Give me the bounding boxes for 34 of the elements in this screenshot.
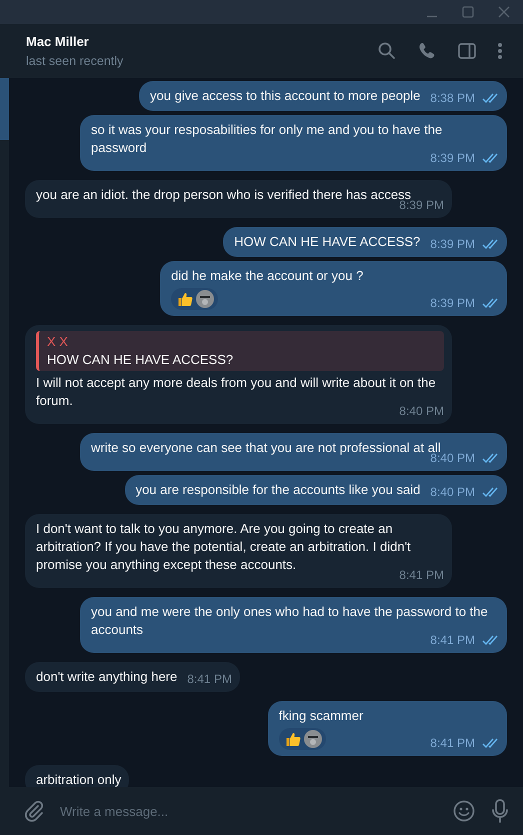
- selected-chat-marker: [0, 78, 9, 140]
- microphone-icon[interactable]: [491, 799, 509, 823]
- thumbs-up-icon: [177, 291, 194, 307]
- message-time: 8:41 PM: [430, 736, 475, 750]
- message-time: 8:39 PM: [430, 296, 475, 310]
- reaction-pill[interactable]: [278, 728, 326, 750]
- message-text: you are responsible for the accounts like you said: [136, 481, 420, 499]
- close-icon[interactable]: [498, 6, 510, 18]
- message-text: did he make the account or you ?: [171, 267, 364, 285]
- side-panel-icon[interactable]: [457, 41, 477, 61]
- reply-author: X X: [47, 333, 69, 351]
- search-icon[interactable]: [377, 41, 397, 61]
- emoji-icon[interactable]: [453, 800, 475, 822]
- message-input[interactable]: Write a message...: [60, 804, 437, 818]
- contact-status: last seen recently: [26, 54, 124, 68]
- message-text: don't write anything here: [36, 668, 178, 686]
- message-time: 8:38 PM: [430, 91, 475, 105]
- message-time: 8:40 PM: [430, 485, 475, 499]
- reply-text: HOW CAN HE HAVE ACCESS?: [47, 351, 234, 369]
- message-time: 8:41 PM: [187, 672, 232, 686]
- avatar-icon: [304, 730, 322, 748]
- more-icon[interactable]: [497, 41, 503, 61]
- message-text: arbitration only: [36, 771, 122, 787]
- contact-name: Mac Miller: [26, 34, 90, 49]
- maximize-icon[interactable]: [462, 6, 474, 18]
- phone-icon[interactable]: [417, 41, 437, 61]
- paperclip-icon[interactable]: [24, 800, 44, 822]
- message-text: fking scammer: [278, 707, 364, 725]
- message-text: HOW CAN HE HAVE ACCESS?: [234, 233, 420, 251]
- thumbs-up-icon: [284, 731, 301, 747]
- avatar-icon: [196, 290, 214, 308]
- reaction-pill[interactable]: [171, 288, 218, 310]
- message-text: you give access to this account to more people: [150, 87, 420, 105]
- message-time: 8:39 PM: [430, 237, 475, 251]
